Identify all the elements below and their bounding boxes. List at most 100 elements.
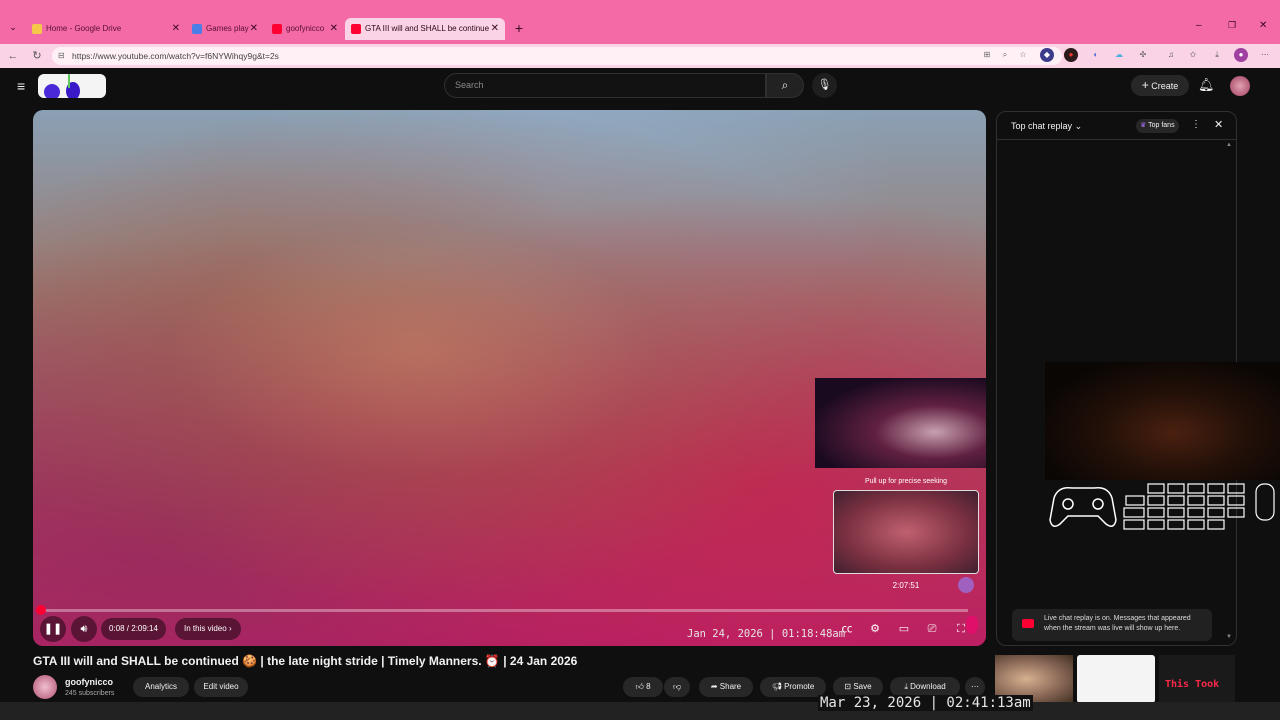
scrubber-handle[interactable] [36,605,46,615]
restore-icon[interactable]: ❐ [1228,20,1236,31]
apps-icon[interactable]: ⊞ [980,48,994,62]
voice-search-button[interactable]: 🎙 [812,73,837,98]
top-fans-label: Top fans [1148,122,1175,129]
channel-watermark-icon[interactable] [958,577,974,593]
promote-button[interactable]: 📢︎ Promote [760,677,826,697]
extension-cloud-icon[interactable]: ☁ [1112,48,1126,62]
top-fans-button[interactable]: ♛ Top fans [1136,119,1179,133]
tab-label: GTA III will and SHALL be continue [365,24,490,33]
extension-record-icon[interactable]: ● [1064,48,1078,62]
keyboard-keys-icon [1123,483,1275,530]
close-window-icon[interactable]: ✕ [1259,20,1267,31]
chat-replay-notice: Live chat replay is on. Messages that ap… [1012,609,1212,641]
chat-title: Top chat replay [1011,121,1073,131]
time-display: 0:08 / 2:09:14 [101,618,166,640]
plus-icon: + [1141,78,1149,92]
search-input[interactable]: Search [444,73,766,98]
captions-button[interactable]: ㏄ [834,616,860,642]
edit-video-button[interactable]: Edit video [194,677,248,697]
downloads-icon[interactable]: ⤓ [1210,48,1224,62]
settings-button[interactable]: ⚙ [862,616,888,642]
close-tab-icon[interactable]: ✕ [172,18,180,40]
pause-icon: ❚❚ [43,623,63,635]
chat-notice-text: Live chat replay is on. Messages that ap… [1044,615,1191,632]
save-button[interactable]: ⊡ Save [833,677,883,697]
dislike-button[interactable]: 👎︎ [664,677,690,697]
close-chat-icon[interactable]: ✕ [1214,118,1223,131]
extension-shield-icon[interactable]: ◆ [1040,48,1054,62]
thumbs-down-icon: 👎︎ [672,682,682,691]
mouse-cursor-icon [966,616,978,634]
share-button[interactable]: ➦ Share [699,677,753,697]
media-control-icon[interactable]: ♫ [1164,48,1178,62]
create-button[interactable]: + Create [1131,75,1189,96]
chapters-label: In this video [184,624,227,633]
volume-button[interactable]: 🔊︎ [71,616,97,642]
browser-tab-bar: ⌄ Home - Google Drive ✕ Games play ✕ goo… [0,0,1280,44]
chat-mode-dropdown[interactable]: Top chat replay ⌄ [1011,121,1082,132]
more-actions-button[interactable]: ⋯ [965,677,985,697]
gear-icon: ⚙ [870,623,880,635]
youtube-header: ≡ Search ⌕ 🎙 + Create 🔔︎ [0,68,1280,106]
cast-button[interactable]: ⎚ [919,616,945,642]
minimize-icon[interactable]: – [1196,20,1202,31]
chevron-right-icon: › [228,624,232,633]
search-icon: ⌕ [781,78,789,92]
captions-icon: ㏄ [841,623,853,635]
tab-games-play[interactable]: Games play ✕ [186,18,264,40]
logo-doodle-shape [44,84,60,98]
browser-menu-icon[interactable]: ⋯ [1258,48,1272,62]
download-icon: ⤓ [904,682,908,691]
account-avatar[interactable] [1230,76,1250,96]
channel-avatar[interactable] [33,675,57,699]
chat-scroll-down-icon[interactable]: ▼ [1226,634,1232,640]
refresh-icon[interactable]: ↻ [28,47,46,65]
new-tab-icon[interactable]: + [511,20,527,36]
extension-audio-icon[interactable]: ◖ [1088,48,1102,62]
hamburger-menu-icon[interactable]: ≡ [17,78,25,94]
tab-google-drive[interactable]: Home - Google Drive ✕ [26,18,186,40]
taskbar-strip [0,702,1280,720]
like-button[interactable]: 👍︎ 8 [623,677,663,697]
tab-label: goofynicco [286,24,325,33]
extensions-puzzle-icon[interactable]: ✣ [1136,48,1150,62]
youtube-icon [272,24,282,34]
search-button[interactable]: ⌕ [766,73,804,98]
close-tab-icon[interactable]: ✕ [250,18,258,40]
site-info-icon[interactable]: ⊟ [58,47,65,65]
cast-icon: ⎚ [927,623,937,635]
close-tab-icon[interactable]: ✕ [491,18,499,40]
tab-list-chevron-icon[interactable]: ⌄ [6,22,20,36]
tab-gta-video[interactable]: GTA III will and SHALL be continue ✕ [345,18,505,40]
favorites-icon[interactable]: ✩ [1186,48,1200,62]
logo-doodle-shape [68,74,70,88]
zoom-icon[interactable]: ⌕ [998,48,1012,62]
close-tab-icon[interactable]: ✕ [330,18,338,40]
recording-timestamp: Mar 23, 2026 | 02:41:13am [818,695,1033,711]
progress-bar[interactable] [40,609,968,612]
thumbs-up-icon: 👍︎ [635,682,644,691]
profile-avatar-icon[interactable]: ● [1234,48,1248,62]
youtube-icon [351,24,361,34]
download-button[interactable]: ⤓ Download [890,677,960,697]
recommended-thumbnail[interactable]: This Took [1159,655,1235,703]
analytics-button[interactable]: Analytics [133,677,189,697]
channel-name[interactable]: goofynicco [65,677,113,687]
notifications-bell-icon[interactable]: 🔔︎ [1198,77,1215,93]
share-icon: ➦ [710,682,718,691]
megaphone-icon: 📢︎ [771,682,782,691]
chat-scroll-up-icon[interactable]: ▲ [1226,142,1232,148]
recommended-thumbnail[interactable] [1077,655,1155,703]
youtube-logo[interactable] [38,74,106,98]
chat-header: Top chat replay ⌄ ♛ Top fans ⋮ ✕ [997,112,1236,140]
pause-button[interactable]: ❚❚ [40,616,66,642]
more-options-icon[interactable]: ⋮ [1191,119,1201,130]
theater-mode-button[interactable]: ▭ [891,616,917,642]
tab-goofynicco[interactable]: goofynicco ✕ [266,18,344,40]
bookmark-star-icon[interactable]: ☆ [1016,48,1030,62]
chapters-button[interactable]: In this video › [175,618,241,640]
video-title: GTA III will and SHALL be continued 🍪 | … [33,654,578,668]
url-field[interactable]: ⊟ https://www.youtube.com/watch?v=f6NYWi… [52,47,1062,65]
back-icon[interactable]: ← [4,47,22,65]
crown-icon: ♛ [1140,122,1147,129]
